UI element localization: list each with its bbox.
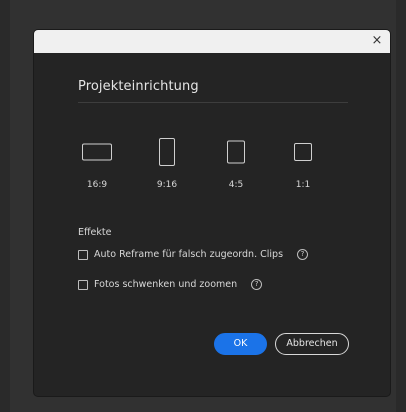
help-icon[interactable]: ? [251, 279, 263, 290]
aspect-ratio-label: 4:5 [228, 180, 244, 190]
dialog-titlebar: × [34, 30, 390, 53]
title-divider [78, 102, 348, 103]
pan-zoom-label: Fotos schwenken und zoomen [94, 279, 238, 290]
pan-zoom-option[interactable]: Fotos schwenken und zoomen ? [78, 279, 263, 290]
portrait-frame-icon [159, 138, 175, 166]
backdrop-left [0, 0, 10, 412]
close-icon[interactable]: × [366, 30, 388, 53]
landscape-frame-icon [82, 143, 112, 161]
ok-button[interactable]: OK [214, 333, 267, 355]
aspect-ratio-label: 16:9 [86, 180, 108, 190]
vertical-frame-icon [227, 140, 245, 164]
auto-reframe-option[interactable]: Auto Reframe für falsch zugeordn. Clips … [78, 249, 309, 260]
dialog-title: Projekteinrichtung [78, 79, 199, 94]
effects-heading: Effekte [78, 227, 112, 238]
aspect-ratio-label: 9:16 [156, 180, 178, 190]
project-setup-dialog: × Projekteinrichtung 16:9 9:16 4:5 1:1 E… [34, 30, 390, 396]
aspect-ratio-1-1[interactable]: 1:1 [283, 134, 323, 190]
pan-zoom-checkbox[interactable] [78, 279, 88, 290]
aspect-ratio-16-9[interactable]: 16:9 [77, 134, 117, 190]
help-icon[interactable]: ? [297, 249, 309, 260]
auto-reframe-checkbox[interactable] [78, 249, 88, 260]
aspect-ratio-4-5[interactable]: 4:5 [216, 134, 256, 190]
auto-reframe-label: Auto Reframe für falsch zugeordn. Clips [94, 249, 284, 260]
aspect-ratio-label: 1:1 [295, 180, 311, 190]
aspect-ratio-9-16[interactable]: 9:16 [147, 134, 187, 190]
square-frame-icon [294, 143, 312, 161]
backdrop-right [396, 0, 406, 412]
cancel-button[interactable]: Abbrechen [275, 333, 349, 355]
